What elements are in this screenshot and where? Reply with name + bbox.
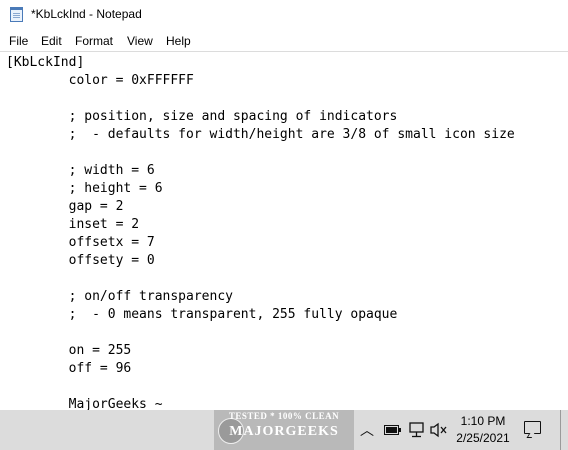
watermark-brand: MAJORGEEKS [229,424,339,439]
menu-file[interactable]: File [9,34,28,48]
system-clock[interactable]: 1:10 PM 2/25/2021 [452,413,514,447]
notepad-icon [10,7,23,22]
volume-muted-icon[interactable] [430,422,448,442]
menu-bar: File Edit Format View Help [0,30,568,50]
menu-help[interactable]: Help [166,34,191,48]
taskbar: TESTED * 100% CLEAN MAJORGEEKS ︿ 1:10 PM… [0,410,568,450]
clock-date: 2/25/2021 [456,431,510,445]
title-bar[interactable]: *KbLckInd - Notepad [0,0,568,30]
window-title: *KbLckInd - Notepad [31,7,142,21]
notification-icon[interactable] [524,421,541,434]
clock-time: 1:10 PM [460,414,506,428]
menu-edit[interactable]: Edit [41,34,62,48]
text-editor[interactable]: [KbLckInd] color = 0xFFFFFF ; position, … [0,51,568,411]
watermark-tagline: TESTED * 100% CLEAN [228,411,340,421]
menu-view[interactable]: View [127,34,153,48]
menu-format[interactable]: Format [75,34,113,48]
network-icon[interactable] [407,422,425,442]
chevron-up-icon[interactable]: ︿ [360,420,374,440]
show-desktop-button[interactable] [560,410,561,450]
majorgeeks-watermark: TESTED * 100% CLEAN MAJORGEEKS [214,410,354,450]
battery-icon[interactable] [384,424,401,439]
editor-text[interactable]: [KbLckInd] color = 0xFFFFFF ; position, … [0,52,568,411]
